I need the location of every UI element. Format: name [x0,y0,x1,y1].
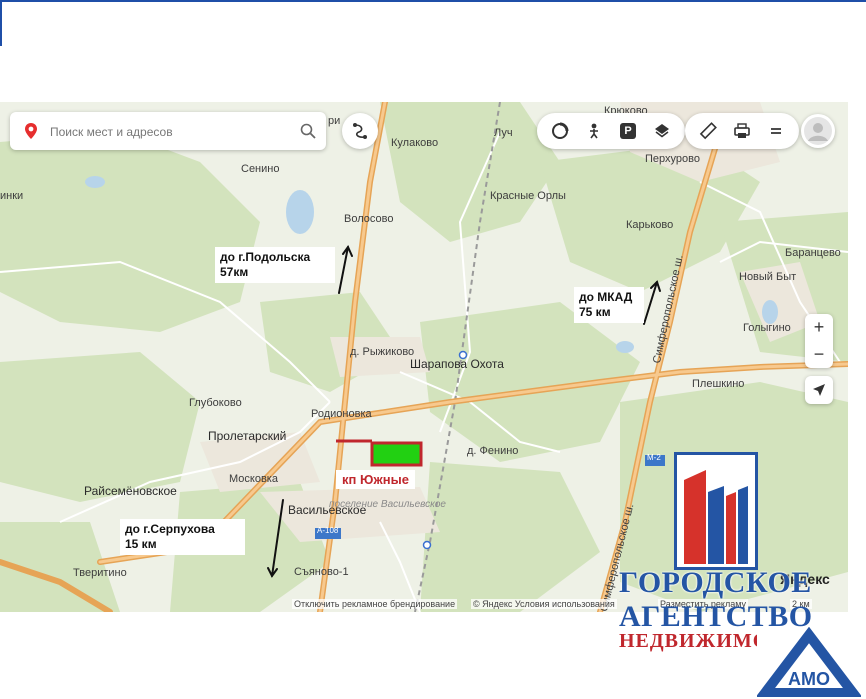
annotation-podolsk-label: до г.Подольска [220,250,311,264]
agency-name-line1: ГОРОДСКОЕ [619,566,812,599]
location-pin-icon [25,123,37,139]
zoom-out-button[interactable]: − [805,341,833,368]
parking-button[interactable]: P [613,116,643,146]
place-label: Волосово [344,213,394,225]
route-icon [353,123,367,139]
place-label: Кулаково [391,137,439,149]
place-label: Баранцево [785,247,841,259]
place-label: ри [328,115,341,127]
search-icon[interactable] [300,123,316,139]
route-button[interactable] [342,113,378,149]
zoom-in-button[interactable]: + [805,314,833,341]
geolocation-button[interactable] [805,376,833,404]
zoom-control: + − [805,314,833,368]
annotation-serpukhov-label: до г.Серпухова [125,522,215,536]
place-label: Карьково [626,219,674,231]
place-label: Райсемёновское [84,484,177,498]
panorama-icon [552,122,569,139]
map-utilities-group [685,113,799,149]
annotation-serpukhov: до г.Серпухова 15 км [120,519,245,555]
menu-button[interactable] [761,116,791,146]
annotation-serpukhov-distance: 15 км [125,537,157,551]
place-label: д. Рыжиково [350,346,415,358]
place-label: Шарапова Охота [410,357,504,371]
place-label: инки [0,190,24,202]
place-label: Красные Орлы [490,190,566,202]
annotation-podolsk-distance: 57км [220,265,249,279]
place-label: Луч [494,127,513,139]
avatar-icon [804,117,832,145]
copyright-link[interactable]: © Яндекс Условия использования [471,599,617,609]
print-button[interactable] [727,116,757,146]
place-label: поселение Васильевское [329,499,446,510]
annotation-mkad-label: до МКАД [579,290,633,304]
place-label: Перхурово [645,153,700,165]
annotation-mkad: до МКАД 75 км [574,287,644,323]
place-label: Съяново-1 [294,566,349,578]
map-tools-group: P [537,113,685,149]
ruler-button[interactable] [693,116,723,146]
panorama-button[interactable] [545,116,575,146]
a108-shield-label: А-108 [317,526,339,535]
parking-icon: P [620,123,636,139]
agency-name-line3: НЕДВИЖИМОСТИ [619,630,759,652]
amo-badge-text: АМО [788,669,830,689]
search-input[interactable] [48,112,292,152]
place-label: Родионовка [311,408,372,420]
geolocation-arrow-icon [813,384,825,396]
disable-branding-link[interactable]: Отключить рекламное брендирование [292,599,458,609]
search-box[interactable] [10,112,326,152]
menu-icon [771,128,781,134]
place-label: Голыгино [743,322,791,334]
m2-shield-label: М-2 [647,453,661,462]
agency-building-logo [674,452,758,570]
user-avatar-button[interactable] [801,114,835,148]
place-label: Плешкино [692,378,745,390]
annotation-podolsk: до г.Подольска 57км [215,247,335,283]
top-border-line [0,0,866,2]
layers-button[interactable] [647,116,677,146]
place-label: Глубоково [189,397,242,409]
kp-yuzhnye-label: кп Южные [336,470,415,489]
plot-kp-yuzhnye [370,441,423,467]
place-label: Пролетарский [208,429,287,443]
layers-icon [655,124,669,138]
amo-guild-logo: АМО [757,627,861,697]
pedestrian-icon [590,123,598,139]
ruler-icon [699,122,717,140]
place-label: Новый Быт [739,271,797,283]
place-label: Сенино [241,163,280,175]
annotation-mkad-distance: 75 км [579,305,611,319]
pedestrian-button[interactable] [579,116,609,146]
place-label: Тверитино [73,567,127,579]
place-label: Московка [229,473,278,485]
print-icon [734,123,750,138]
left-border-line [0,0,2,46]
place-label: д. Фенино [467,445,519,457]
